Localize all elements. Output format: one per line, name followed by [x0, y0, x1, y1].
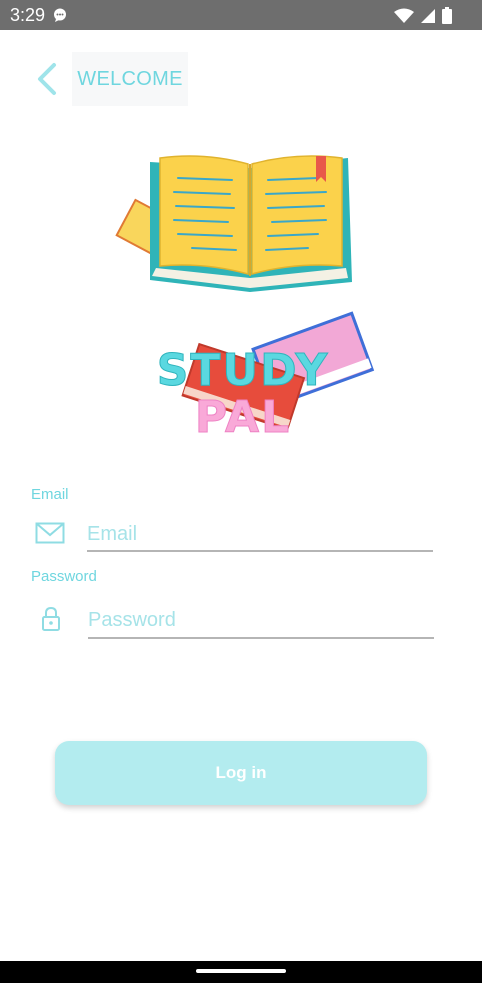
status-time: 3:29	[10, 5, 46, 25]
envelope-icon	[35, 522, 65, 549]
header-title-box: WELCOME	[72, 52, 188, 106]
password-input[interactable]	[88, 605, 433, 635]
password-underline	[88, 637, 434, 639]
signal-icon	[420, 8, 436, 29]
password-label: Password	[31, 568, 97, 585]
study-pal-logo: STUDY PAL	[115, 155, 375, 442]
back-button[interactable]	[34, 62, 60, 96]
battery-icon	[442, 7, 452, 29]
chat-notification-icon	[52, 7, 68, 28]
email-label: Email	[31, 486, 69, 503]
page-title: WELCOME	[77, 67, 183, 90]
status-bar: 3:29	[0, 0, 482, 30]
lock-icon	[41, 606, 61, 637]
email-input[interactable]	[87, 519, 432, 549]
logo-line-pal: PAL	[195, 392, 291, 442]
logo-line-study: STUDY	[157, 345, 330, 396]
wifi-icon	[394, 8, 414, 29]
chevron-left-icon	[38, 63, 56, 95]
system-nav-bar	[0, 961, 482, 983]
home-gesture-handle[interactable]	[196, 969, 286, 973]
email-underline	[87, 550, 433, 552]
login-button[interactable]: Log in	[55, 741, 427, 805]
